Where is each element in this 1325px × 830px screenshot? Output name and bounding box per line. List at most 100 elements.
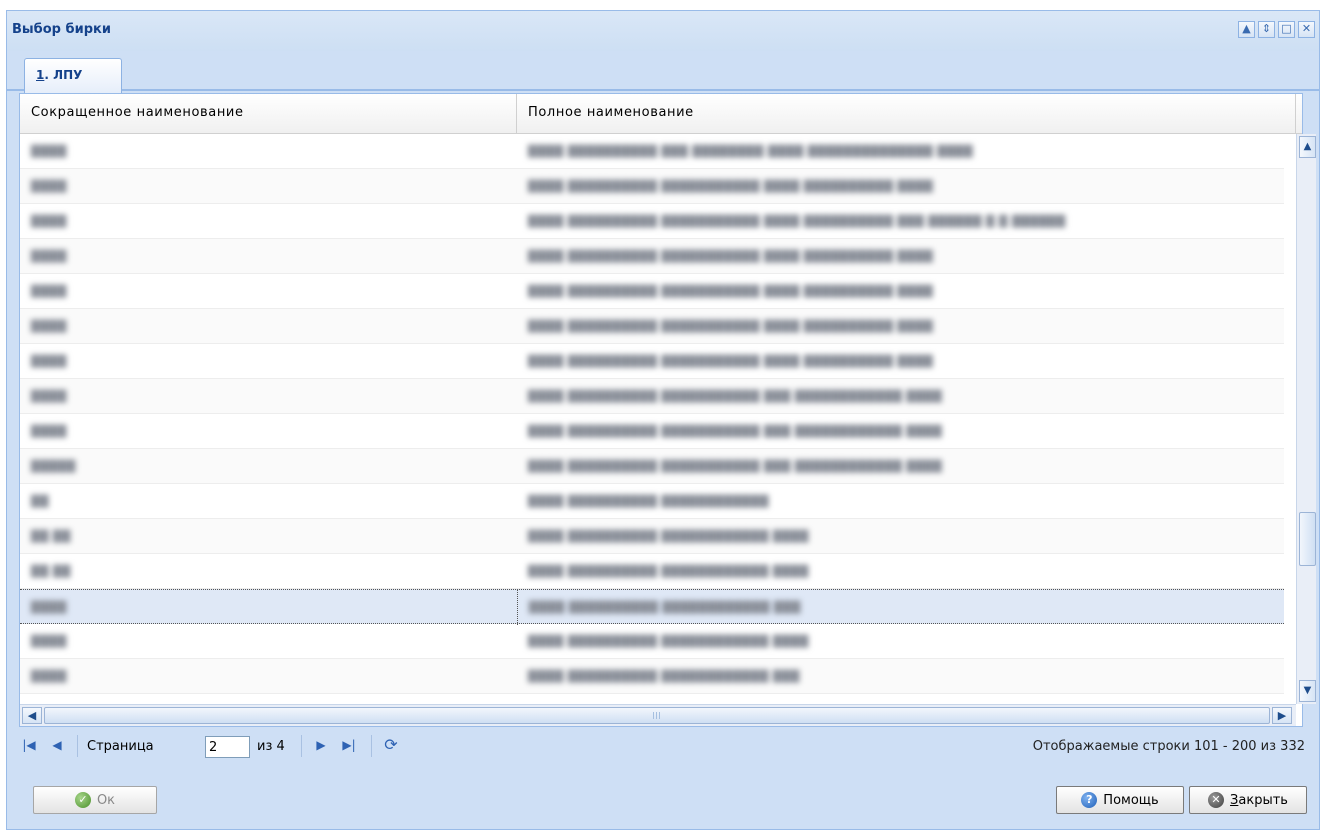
last-page-icon[interactable]: ▶| bbox=[339, 735, 359, 755]
dialog-footer: ✓ Ок ? Помощь ✕ Закрыть bbox=[19, 779, 1317, 819]
full-name-cell: ████ ██████████ ███████████ ████ ███████… bbox=[517, 274, 1284, 309]
table-row[interactable]: ██ ██ ████ ██████████ ████████████ ████ bbox=[20, 554, 1284, 589]
column-header-short-name[interactable]: Сокращенное наименование bbox=[20, 94, 517, 134]
page-label: Страница bbox=[87, 739, 154, 754]
short-name-cell: ████ bbox=[20, 379, 517, 414]
redacted-text: ████ bbox=[31, 355, 67, 368]
separator bbox=[301, 735, 302, 757]
close-button-label: Закрыть bbox=[1230, 792, 1288, 808]
table-row[interactable]: ████ ████ ██████████ ████████████ ███ bbox=[20, 659, 1284, 694]
table-row[interactable]: ████ ████ ██████████ ███████████ ████ ██… bbox=[20, 239, 1284, 274]
next-page-icon[interactable]: ▶ bbox=[311, 735, 331, 755]
redacted-text: ████ bbox=[31, 670, 67, 683]
redacted-text: ████ bbox=[31, 320, 67, 333]
table-row[interactable]: ████ ████ ██████████ ███████████ ████ ██… bbox=[20, 204, 1284, 239]
tab-lpu[interactable]: 1. ЛПУ bbox=[24, 58, 122, 93]
scroll-right-icon[interactable]: ▶ bbox=[1272, 707, 1292, 724]
table-row[interactable]: █████ ████ ██████████ ███████████ ███ ███… bbox=[20, 449, 1284, 484]
window-titlebar[interactable]: Выбор бирки ▲ ⇕ □ ✕ bbox=[7, 11, 1319, 51]
table-row[interactable]: ██ ██ ████ ██████████ ████████████ ████ bbox=[20, 519, 1284, 554]
of-pages-label: из 4 bbox=[257, 739, 285, 754]
full-name-cell: ████ ██████████ ███████████ ████ ███████… bbox=[517, 239, 1284, 274]
scroll-up-icon[interactable]: ▲ bbox=[1299, 136, 1316, 158]
full-name-cell: ████ ██████████ ███████████ ████ ███████… bbox=[517, 204, 1284, 239]
redacted-text: ████ ██████████ ███████████ ███ ████████… bbox=[528, 390, 943, 403]
separator bbox=[77, 735, 78, 757]
column-header-full-name[interactable]: Полное наименование bbox=[517, 94, 1296, 134]
redacted-text: ████ ██████████ ███████████ ████ ███████… bbox=[528, 285, 934, 298]
horizontal-scrollbar[interactable]: ◀ ▶ bbox=[20, 704, 1296, 726]
short-name-cell: ██ ██ bbox=[20, 519, 517, 554]
redacted-text: ██ ██ bbox=[31, 530, 71, 543]
redacted-text: ████ bbox=[31, 250, 67, 263]
refresh-icon[interactable]: ⟳ bbox=[381, 735, 401, 755]
short-name-cell: ██ ██ bbox=[20, 554, 517, 589]
short-name-cell: █████ bbox=[20, 449, 517, 484]
help-button[interactable]: ? Помощь bbox=[1056, 786, 1184, 814]
tab-strip: 1. ЛПУ bbox=[7, 51, 1319, 93]
short-name-cell: ██ bbox=[20, 484, 517, 519]
redacted-text: ████ ██████████ ███████████ ████ ███████… bbox=[528, 215, 1066, 228]
page-number-input[interactable] bbox=[205, 736, 250, 758]
full-name-cell: ████ ██████████ ████████████ ███ bbox=[517, 659, 1284, 694]
redacted-text: ████ ██████████ ███ ████████ ████ ██████… bbox=[528, 145, 974, 158]
collapse-icon[interactable]: ▲ bbox=[1238, 21, 1255, 38]
redacted-text: ████ ██████████ ███████████ ████ ███████… bbox=[528, 320, 934, 333]
check-icon: ✓ bbox=[74, 792, 91, 808]
scroll-down-icon[interactable]: ▼ bbox=[1299, 680, 1316, 702]
first-page-icon[interactable]: |◀ bbox=[19, 735, 39, 755]
prev-page-icon[interactable]: ◀ bbox=[47, 735, 67, 755]
maximize-icon[interactable]: □ bbox=[1278, 21, 1295, 38]
redacted-text: ████ ██████████ ████████████ bbox=[528, 495, 769, 508]
table-row[interactable]: ████ ████ ██████████ ███████████ ███ ███… bbox=[20, 379, 1284, 414]
help-icon: ? bbox=[1081, 792, 1098, 808]
short-name-cell: ████ bbox=[20, 624, 517, 659]
full-name-cell: ████ ██████████ ███ ████████ ████ ██████… bbox=[517, 134, 1284, 169]
table-row[interactable]: ████ ████ ██████████ ███████████ ████ ██… bbox=[20, 169, 1284, 204]
redacted-text: ████ ██████████ ███████████ ███ ████████… bbox=[528, 460, 943, 473]
vertical-scroll-thumb[interactable] bbox=[1299, 512, 1316, 566]
redacted-text: ████ ██████████ ████████████ ███ bbox=[528, 670, 800, 683]
full-name-cell: ████ ██████████ ████████████ ████ bbox=[517, 554, 1284, 589]
redacted-text: ████ bbox=[31, 180, 67, 193]
short-name-cell: ████ bbox=[20, 204, 517, 239]
table-row[interactable]: ████ ████ ██████████ ████████████ ████ bbox=[20, 624, 1284, 659]
table-row[interactable]: ████ ████ ██████████ ███████████ ███ ███… bbox=[20, 414, 1284, 449]
full-name-cell: ████ ██████████ ████████████ ████ bbox=[517, 624, 1284, 659]
full-name-cell: ████ ██████████ ████████████ ███ bbox=[517, 590, 1284, 625]
vertical-scrollbar[interactable]: ▲ ▼ bbox=[1296, 134, 1316, 704]
full-name-cell: ████ ██████████ ███████████ ████ ███████… bbox=[517, 344, 1284, 379]
full-name-cell: ████ ██████████ ███████████ ███ ████████… bbox=[517, 379, 1284, 414]
table-row[interactable]: ██ ████ ██████████ ████████████ bbox=[20, 484, 1284, 519]
table-row[interactable]: ████ ████ ██████████ ███ ████████ ████ █… bbox=[20, 134, 1284, 169]
redacted-text: ██ ██ bbox=[31, 565, 71, 578]
table-row[interactable]: ████ ████ ██████████ ███████████ ████ ██… bbox=[20, 274, 1284, 309]
restore-icon[interactable]: ⇕ bbox=[1258, 21, 1275, 38]
close-button[interactable]: ✕ Закрыть bbox=[1189, 786, 1307, 814]
window-tools: ▲ ⇕ □ ✕ bbox=[1238, 21, 1315, 38]
table-row[interactable]: ████ ████ ██████████ ███████████ ████ ██… bbox=[20, 344, 1284, 379]
select-tag-window: Выбор бирки ▲ ⇕ □ ✕ 1. ЛПУ Сокращенное н… bbox=[6, 10, 1320, 830]
short-name-cell: ████ bbox=[20, 344, 517, 379]
lpu-grid: Сокращенное наименование Полное наименов… bbox=[19, 93, 1316, 727]
tab-label: . ЛПУ bbox=[44, 68, 83, 82]
horizontal-scroll-thumb[interactable] bbox=[44, 707, 1270, 724]
table-row[interactable]: ████ ████ ██████████ ███████████ ████ ██… bbox=[20, 309, 1284, 344]
short-name-cell: ████ bbox=[20, 239, 517, 274]
window-title: Выбор бирки bbox=[12, 22, 111, 37]
help-button-label: Помощь bbox=[1103, 792, 1159, 808]
full-name-cell: ████ ██████████ ███████████ ████ ███████… bbox=[517, 309, 1284, 344]
full-name-cell: ████ ██████████ ███████████ ███ ████████… bbox=[517, 414, 1284, 449]
grip-line bbox=[656, 712, 657, 719]
redacted-text: ████ bbox=[31, 145, 67, 158]
table-row[interactable]: ████ ████ ██████████ ████████████ ███ bbox=[20, 589, 1284, 625]
scroll-left-icon[interactable]: ◀ bbox=[22, 707, 42, 724]
full-name-cell: ████ ██████████ ███████████ ███ ████████… bbox=[517, 449, 1284, 484]
redacted-text: ████ bbox=[31, 390, 67, 403]
ok-button[interactable]: ✓ Ок bbox=[33, 786, 157, 814]
paging-toolbar: |◀ ◀ Страница из 4 ▶ ▶| ⟳ Отображаемые с… bbox=[19, 729, 1317, 765]
redacted-text: ████ ██████████ ████████████ ███ bbox=[529, 601, 801, 614]
redacted-text: ████ ██████████ ████████████ ████ bbox=[528, 635, 809, 648]
close-icon[interactable]: ✕ bbox=[1298, 21, 1315, 38]
short-name-cell: ████ bbox=[20, 659, 517, 694]
